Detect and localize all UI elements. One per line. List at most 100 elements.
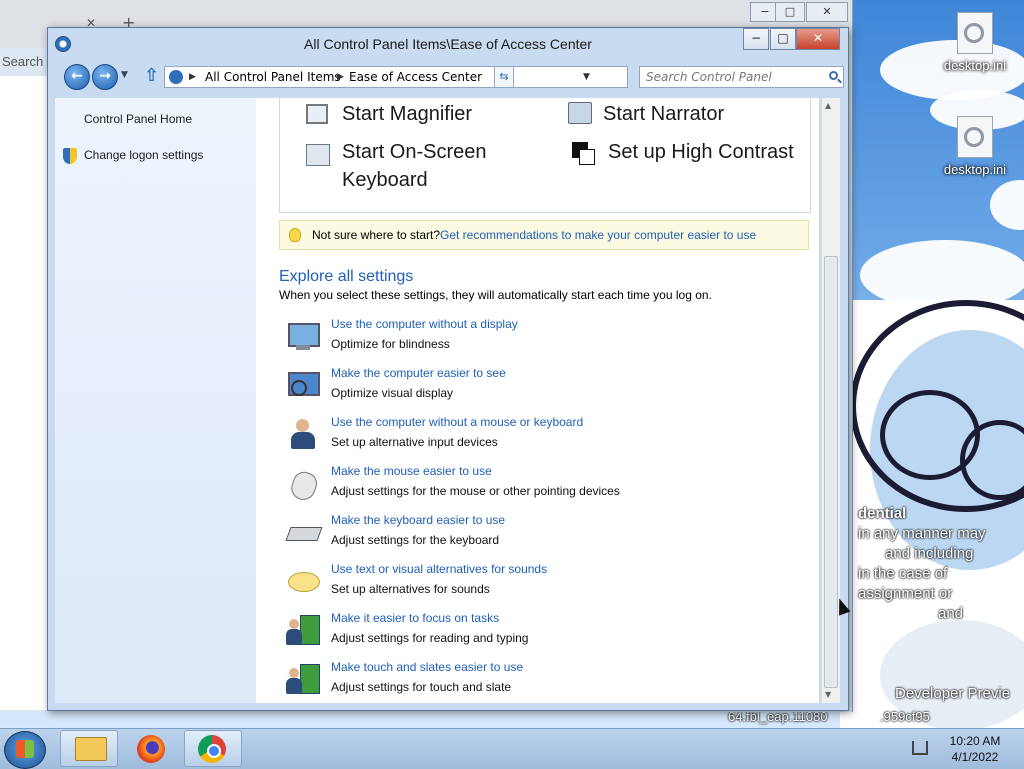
title-bar[interactable]: All Control Panel Items\Ease of Access C… bbox=[48, 28, 848, 62]
focus-user-icon bbox=[286, 613, 320, 647]
minimize-button[interactable]: − bbox=[743, 28, 769, 50]
refresh-icon: ⇆ bbox=[499, 70, 509, 83]
window-title: All Control Panel Items\Ease of Access C… bbox=[304, 36, 592, 52]
user-icon bbox=[286, 417, 320, 451]
setting-link[interactable]: Use text or visual alternatives for soun… bbox=[331, 562, 547, 576]
watermark-line: dential bbox=[858, 505, 907, 522]
cloud bbox=[990, 180, 1024, 230]
desktop-icon-desktop-ini[interactable]: desktop.ini bbox=[940, 12, 1010, 73]
tip-text: Not sure where to start? bbox=[312, 228, 441, 242]
sidebar-link-control-panel-home[interactable]: Control Panel Home bbox=[84, 112, 192, 126]
browser-search-text[interactable]: Search bbox=[2, 54, 43, 69]
setting-link[interactable]: Make it easier to focus on tasks bbox=[331, 611, 499, 625]
setting-description: Optimize visual display bbox=[331, 386, 454, 400]
browser-page bbox=[0, 76, 48, 710]
forward-arrow-icon[interactable]: → bbox=[92, 64, 118, 90]
setting-item: Use the computer without a mouse or keyb… bbox=[286, 415, 786, 459]
start-narrator-link[interactable]: Start Narrator bbox=[603, 100, 724, 128]
setting-link[interactable]: Make the mouse easier to use bbox=[331, 464, 492, 478]
up-arrow-icon[interactable]: ⇧ bbox=[144, 65, 159, 86]
watermark-line: in any manner may bbox=[858, 525, 986, 542]
watermark-line: Developer Previe bbox=[895, 685, 1011, 702]
setting-link[interactable]: Use the computer without a display bbox=[331, 317, 518, 331]
start-button[interactable] bbox=[4, 731, 46, 769]
mouse-icon bbox=[286, 466, 321, 504]
sidebar: Control Panel Home Change logon settings bbox=[55, 98, 257, 703]
search-placeholder: Search Control Panel bbox=[646, 70, 772, 84]
chevron-right-icon[interactable]: ▶ bbox=[337, 67, 344, 87]
start-onscreen-keyboard-link[interactable]: Start On-Screen Keyboard bbox=[342, 138, 487, 194]
taskbar-chrome[interactable] bbox=[184, 730, 242, 767]
back-arrow-icon[interactable]: ← bbox=[64, 64, 90, 90]
speech-bubble-icon bbox=[286, 564, 320, 598]
close-button[interactable]: ✕ bbox=[796, 28, 840, 50]
keyboard-icon bbox=[306, 144, 330, 166]
clock-time: 10:20 AM bbox=[949, 734, 1001, 748]
setting-item: Make touch and slates easier to use Adju… bbox=[286, 660, 786, 704]
desktop-icon-label: desktop.ini bbox=[943, 58, 1007, 73]
sidebar-link-change-logon[interactable]: Change logon settings bbox=[84, 148, 203, 162]
setting-description: Set up alternatives for sounds bbox=[331, 582, 490, 596]
osk-label-line1: Start On-Screen bbox=[342, 141, 487, 163]
setting-item: Use text or visual alternatives for soun… bbox=[286, 562, 786, 606]
setting-description: Adjust settings for touch and slate bbox=[331, 680, 512, 694]
system-clock[interactable]: 10:20 AM 4/1/2022 bbox=[940, 733, 1010, 765]
navigation-bar: ← → ▼ ⇧ ▶ All Control Panel Items ▶ Ease… bbox=[54, 64, 844, 92]
setting-description: Adjust settings for the keyboard bbox=[331, 533, 500, 547]
taskbar: 10:20 AM 4/1/2022 bbox=[0, 728, 1024, 769]
touch-user-icon bbox=[286, 662, 320, 696]
setting-description: Adjust settings for the mouse or other p… bbox=[331, 484, 620, 498]
setting-item: Make the mouse easier to use Adjust sett… bbox=[286, 464, 786, 508]
address-bar[interactable]: ▶ All Control Panel Items ▶ Ease of Acce… bbox=[164, 66, 628, 88]
chevron-down-icon[interactable]: ▼ bbox=[121, 70, 128, 80]
maximize-button[interactable]: □ bbox=[770, 28, 796, 50]
magnify-monitor-icon bbox=[286, 368, 320, 402]
chrome-icon-center bbox=[207, 744, 221, 758]
magnifier-icon bbox=[306, 104, 328, 124]
setting-link[interactable]: Make the computer easier to see bbox=[331, 366, 506, 380]
clock-date: 4/1/2022 bbox=[951, 750, 999, 764]
maximize-button[interactable]: □ bbox=[775, 2, 805, 22]
lightbulb-icon bbox=[289, 228, 301, 242]
close-button[interactable]: ✕ bbox=[806, 2, 848, 22]
watermark-line: .959cf95 bbox=[880, 709, 930, 724]
high-contrast-icon-part bbox=[579, 149, 595, 165]
search-icon[interactable] bbox=[829, 71, 838, 80]
desktop-icon-label: desktop.ini bbox=[943, 162, 1007, 177]
start-magnifier-link[interactable]: Start Magnifier bbox=[342, 100, 472, 128]
monitor-display-icon bbox=[286, 319, 320, 353]
get-recommendations-link[interactable]: Get recommendations to make your compute… bbox=[440, 221, 756, 249]
breadcrumb-ease-of-access[interactable]: Ease of Access Center bbox=[349, 67, 482, 87]
main-content: Start Magnifier Start Narrator Start On-… bbox=[256, 98, 819, 703]
taskbar-file-explorer[interactable] bbox=[60, 730, 118, 767]
search-input[interactable]: Search Control Panel bbox=[639, 66, 844, 88]
section-description: When you select these settings, they wil… bbox=[279, 288, 712, 302]
narrator-icon bbox=[568, 102, 592, 124]
taskbar-firefox[interactable] bbox=[122, 730, 180, 767]
network-icon[interactable] bbox=[912, 741, 928, 755]
osk-label-line2: Keyboard bbox=[342, 169, 428, 191]
refresh-button[interactable]: ⇆ bbox=[494, 66, 514, 88]
watermark-line: assignment or bbox=[858, 585, 953, 602]
quick-access-panel: Start Magnifier Start Narrator Start On-… bbox=[279, 98, 811, 213]
address-dropdown-icon[interactable]: ▼ bbox=[583, 67, 590, 87]
keyboard-icon bbox=[285, 515, 323, 549]
setting-link[interactable]: Use the computer without a mouse or keyb… bbox=[331, 415, 583, 429]
shield-icon bbox=[63, 148, 77, 164]
settings-file-icon bbox=[957, 116, 993, 158]
breadcrumb-all-items[interactable]: All Control Panel Items bbox=[205, 67, 341, 87]
setting-item: Use the computer without a display Optim… bbox=[286, 317, 786, 361]
setting-item: Make it easier to focus on tasks Adjust … bbox=[286, 611, 786, 655]
scroll-down-icon[interactable]: ▼ bbox=[825, 690, 831, 699]
chevron-right-icon[interactable]: ▶ bbox=[189, 67, 196, 87]
set-up-high-contrast-link[interactable]: Set up High Contrast bbox=[608, 138, 794, 166]
watermark-line: and including bbox=[885, 545, 974, 562]
setting-link[interactable]: Make the keyboard easier to use bbox=[331, 513, 505, 527]
desktop-icon-desktop-ini[interactable]: desktop.ini bbox=[940, 116, 1010, 177]
ease-of-access-window: All Control Panel Items\Ease of Access C… bbox=[47, 27, 849, 711]
watermark-line: in the case of bbox=[858, 565, 948, 582]
scrollbar-thumb[interactable] bbox=[824, 256, 838, 688]
settings-file-icon bbox=[957, 12, 993, 54]
scroll-up-icon[interactable]: ▲ bbox=[825, 101, 831, 110]
setting-link[interactable]: Make touch and slates easier to use bbox=[331, 660, 523, 674]
